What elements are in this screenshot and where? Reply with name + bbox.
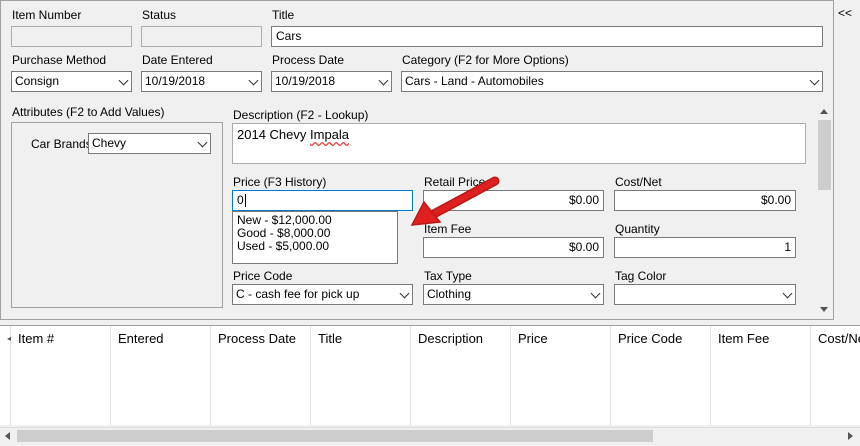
scroll-up-icon[interactable]	[820, 109, 828, 114]
price-field[interactable]: 0	[232, 190, 413, 211]
date-entered-label: Date Entered	[142, 53, 213, 67]
price-label: Price (F3 History)	[233, 175, 327, 189]
quantity-field[interactable]: 1	[614, 237, 796, 258]
form-vertical-scrollbar[interactable]	[816, 104, 833, 318]
scroll-right-icon[interactable]	[848, 432, 853, 440]
column-header: Entered	[118, 331, 164, 346]
column-header: Item #	[18, 331, 55, 346]
item-fee-field[interactable]: $0.00	[423, 237, 604, 258]
status-field[interactable]	[141, 26, 262, 47]
cost-net-field[interactable]: $0.00	[614, 190, 796, 211]
price-code-label: Price Code	[233, 269, 293, 283]
description-text: 2014 Chevy	[237, 127, 310, 142]
column-price[interactable]: Price	[511, 326, 611, 426]
chevron-down-icon	[378, 75, 389, 86]
category-select[interactable]: Cars - Land - Automobiles	[401, 71, 823, 92]
items-grid[interactable]: ◂ Item # Entered Process Date Title Desc…	[0, 325, 860, 426]
status-label: Status	[142, 8, 177, 22]
column-price-code[interactable]: Price Code	[611, 326, 711, 426]
title-field[interactable]: Cars	[271, 26, 823, 47]
chevron-down-icon	[590, 288, 601, 299]
column-header: Description	[418, 331, 484, 346]
purchase-method-select[interactable]: Consign	[11, 71, 132, 92]
process-date-picker[interactable]: 10/19/2018	[271, 71, 392, 92]
price-history-item[interactable]: Used - $5,000.00	[237, 240, 393, 253]
column-header: Item Fee	[718, 331, 770, 346]
attributes-label: Attributes (F2 to Add Values)	[12, 105, 165, 119]
column-description[interactable]: Description	[411, 326, 511, 426]
process-date-value: 10/19/2018	[275, 74, 336, 88]
chevron-down-icon	[782, 288, 793, 299]
chevron-down-icon	[399, 288, 410, 299]
column-cost-net[interactable]: Cost/Net	[811, 326, 860, 426]
description-textarea[interactable]: 2014 Chevy Impala	[232, 123, 806, 164]
process-date-label: Process Date	[272, 53, 345, 67]
chevron-down-icon	[248, 75, 259, 86]
title-label: Title	[272, 8, 295, 22]
column-header: Price Code	[618, 331, 683, 346]
price-history-dropdown: New - $12,000.00 Good - $8,000.00 Used -…	[232, 211, 398, 264]
column-header: Cost/Net	[818, 331, 860, 346]
car-brands-label: Car Brands	[31, 137, 92, 151]
description-misspelled-word: Impala	[310, 127, 350, 142]
column-process-date[interactable]: Process Date	[211, 326, 311, 426]
tax-type-label: Tax Type	[424, 269, 472, 283]
column-item-number[interactable]: Item #	[11, 326, 111, 426]
price-value: 0	[237, 193, 244, 207]
chevron-down-icon	[197, 137, 208, 148]
scroll-thumb[interactable]	[17, 430, 653, 442]
category-value: Cars - Land - Automobiles	[405, 74, 544, 88]
car-brands-value: Chevy	[92, 136, 127, 150]
chevron-down-icon	[809, 75, 820, 86]
tax-type-select[interactable]: Clothing	[423, 284, 604, 305]
scroll-down-icon[interactable]	[820, 307, 828, 312]
column-header: Title	[318, 331, 343, 346]
grid-horizontal-scrollbar[interactable]	[0, 427, 860, 444]
chevron-down-icon	[118, 75, 129, 86]
column-entered[interactable]: Entered	[111, 326, 211, 426]
description-label: Description (F2 - Lookup)	[233, 108, 369, 122]
purchase-method-label: Purchase Method	[12, 53, 107, 67]
scroll-left-icon[interactable]	[5, 432, 10, 440]
item-number-field[interactable]	[11, 26, 132, 47]
collapse-button[interactable]: <<	[838, 6, 852, 20]
tag-color-select[interactable]	[614, 284, 796, 305]
price-code-value: C - cash fee for pick up	[236, 287, 360, 301]
column-header: Process Date	[218, 331, 297, 346]
scroll-thumb[interactable]	[818, 120, 831, 190]
cost-net-label: Cost/Net	[615, 175, 662, 189]
text-cursor	[244, 194, 246, 208]
tax-type-value: Clothing	[427, 287, 472, 301]
category-label: Category (F2 for More Options)	[402, 53, 569, 67]
annotation-arrow	[410, 176, 500, 226]
column-header: Price	[518, 331, 548, 346]
price-code-select[interactable]: C - cash fee for pick up	[232, 284, 413, 305]
car-brands-select[interactable]: Chevy	[88, 133, 211, 154]
grid-row-header: ◂	[0, 326, 11, 426]
date-entered-picker[interactable]: 10/19/2018	[141, 71, 262, 92]
column-item-fee[interactable]: Item Fee	[711, 326, 811, 426]
item-number-label: Item Number	[12, 8, 82, 22]
column-title[interactable]: Title	[311, 326, 411, 426]
tag-color-label: Tag Color	[615, 269, 667, 283]
date-entered-value: 10/19/2018	[145, 74, 206, 88]
quantity-label: Quantity	[615, 222, 660, 236]
purchase-method-value: Consign	[15, 74, 60, 88]
